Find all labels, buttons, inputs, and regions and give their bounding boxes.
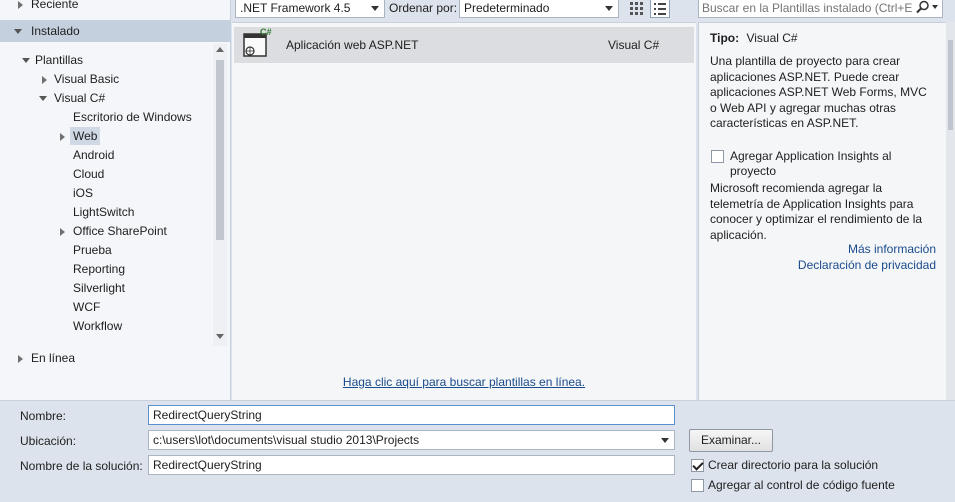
tree-item-ios[interactable]: iOS [73,184,93,203]
sort-dropdown[interactable]: Predeterminado [459,0,619,18]
tree-item-workflow[interactable]: Workflow [73,317,122,336]
tree-item-web-label: Web [73,129,98,143]
tree-item-office-label: Office SharePoint [73,224,167,238]
nav-online-label: En línea [31,351,76,365]
tree-item-lightswitch[interactable]: LightSwitch [73,203,134,222]
framework-dropdown[interactable]: .NET Framework 4.5 [235,0,385,18]
expand-arrow-icon[interactable] [60,228,65,236]
expand-arrow-icon[interactable] [18,355,23,363]
expand-arrow-icon[interactable] [18,1,23,9]
search-icon[interactable] [916,0,930,14]
chevron-down-icon[interactable] [661,438,669,443]
nav-online[interactable]: En línea [0,349,231,368]
small-icons-view-button[interactable] [627,0,645,17]
list-view-icon [654,3,666,15]
solution-name-field[interactable]: RedirectQueryString [148,455,675,475]
search-input[interactable] [702,0,912,16]
grid-view-icon [630,2,643,15]
info-scrollbar-thumb[interactable] [948,40,953,130]
source-control-label[interactable]: Agregar al control de código fuente [708,478,895,492]
expand-arrow-icon[interactable] [60,133,65,141]
collapse-arrow-icon[interactable] [14,29,22,34]
tree-item-cloud[interactable]: Cloud [73,165,104,184]
nav-recent-label: Reciente [31,0,79,11]
nav-installed-label: Instalado [31,24,80,38]
chevron-down-icon [605,6,613,11]
tree-item-wcf[interactable]: WCF [73,298,100,317]
tree-visual-basic-label: Visual Basic [54,72,120,86]
left-nav-pane: Reciente Instalado Plantillas Visual Bas… [0,0,231,400]
search-online-templates-link[interactable]: Haga clic aquí para buscar plantillas en… [232,375,696,389]
template-search-box[interactable] [698,0,943,18]
collapse-arrow-icon[interactable] [22,58,30,63]
template-item[interactable]: C# Aplicación web ASP.NET Visual C# [234,27,694,63]
browse-button[interactable]: Examinar... [689,429,773,452]
create-directory-checkbox[interactable] [691,459,704,472]
project-name-field[interactable]: RedirectQueryString [148,405,675,425]
tree-visual-csharp-label: Visual C# [54,91,106,105]
insights-checkbox[interactable] [711,150,724,163]
nav-installed[interactable]: Instalado [0,20,231,42]
template-type: Tipo: Visual C# [710,31,798,45]
privacy-link[interactable]: Declaración de privacidad [798,258,936,272]
sort-label: Ordenar por: [389,1,458,15]
template-info-pane: Tipo: Visual C# Una plantilla de proyect… [698,22,946,400]
template-language: Visual C# [608,38,660,52]
insights-recommendation: Microsoft recomienda agregar la telemetr… [710,181,923,242]
tree-item-office-sharepoint[interactable]: Office SharePoint [0,222,200,241]
sort-value: Predeterminado [464,1,550,15]
more-info-link[interactable]: Más información [848,242,936,256]
create-directory-label[interactable]: Crear directorio para la solución [708,458,878,472]
nav-recent[interactable]: Reciente [0,0,231,14]
list-view-button[interactable] [650,0,670,18]
name-label: Nombre: [20,409,67,423]
location-label: Ubicación: [20,434,77,448]
source-control-checkbox[interactable] [691,479,704,492]
solution-name-label: Nombre de la solución: [20,459,143,473]
tree-item-desktop[interactable]: Escritorio de Windows [73,108,192,127]
type-value: Visual C# [746,31,798,45]
framework-value: .NET Framework 4.5 [240,1,351,15]
tree-item-silverlight[interactable]: Silverlight [73,279,125,298]
scroll-up-icon[interactable] [216,47,224,52]
tree-item-web[interactable]: Web [0,127,110,146]
template-description: Una plantilla de proyecto para crear apl… [710,54,927,130]
tree-item-android[interactable]: Android [73,146,114,165]
template-name: Aplicación web ASP.NET [286,38,419,52]
insights-label[interactable]: Agregar Application Insights al proyecto [730,149,930,179]
type-label: Tipo: [710,31,740,45]
location-field[interactable]: c:\users\lot\documents\visual studio 201… [148,430,675,450]
chevron-down-icon [371,6,379,11]
template-list: C# Aplicación web ASP.NET Visual C# Haga… [232,22,696,400]
collapse-arrow-icon[interactable] [39,96,47,101]
tree-item-test[interactable]: Prueba [73,241,112,260]
location-value: c:\users\lot\documents\visual studio 201… [153,433,420,447]
csharp-badge: C# [260,27,272,37]
scroll-down-icon[interactable] [216,334,224,339]
chevron-down-icon[interactable] [932,5,938,9]
expand-arrow-icon[interactable] [42,76,47,84]
tree-item-reporting[interactable]: Reporting [73,260,125,279]
tree-scrollbar-thumb[interactable] [216,60,224,240]
tree-templates-label: Plantillas [35,53,84,67]
